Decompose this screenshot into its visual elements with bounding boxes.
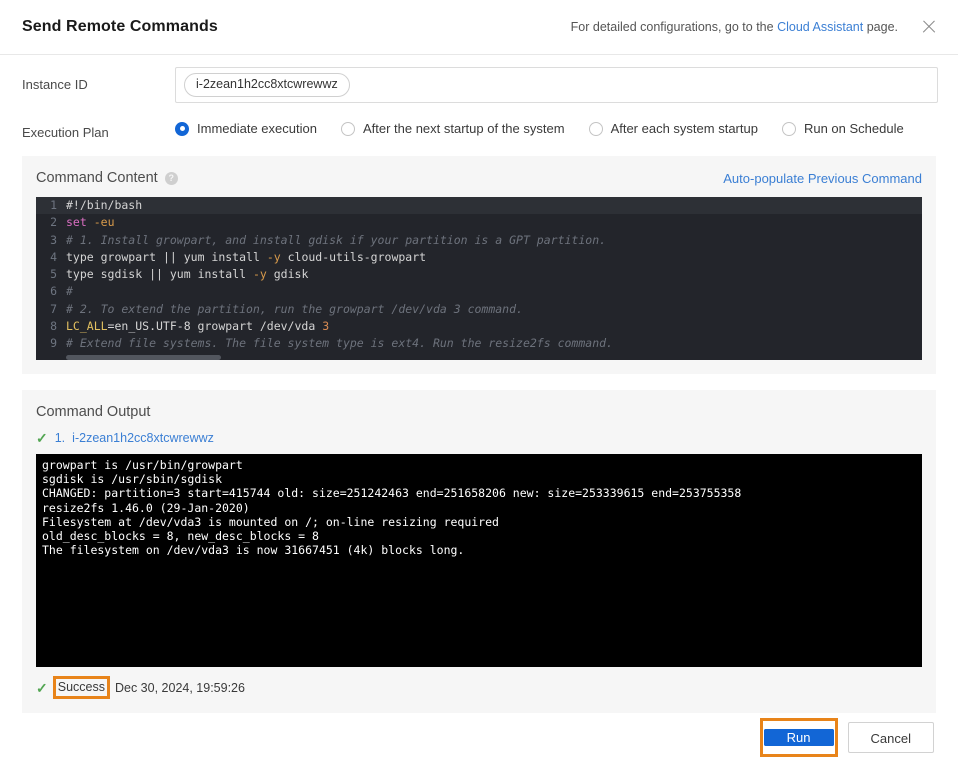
radio-label: Immediate execution	[197, 121, 317, 136]
command-output-terminal[interactable]: growpart is /usr/bin/growpart sgdisk is /…	[36, 454, 922, 667]
terminal-line: CHANGED: partition=3 start=415744 old: s…	[42, 486, 742, 501]
terminal-line: sgdisk is /usr/sbin/sgdisk	[42, 472, 223, 487]
code-line-number: 9	[50, 336, 57, 351]
command-output-header: Command Output	[36, 404, 922, 420]
terminal-line: Filesystem at /dev/vda3 is mounted on /;…	[42, 514, 499, 529]
cancel-button[interactable]: Cancel	[847, 721, 934, 753]
cloud-assistant-link[interactable]: Cloud Assistant	[777, 20, 863, 34]
command-content-panel: Command Content ? Auto-populate Previous…	[22, 156, 936, 374]
output-status-row: ✓ Success Dec 30, 2024, 19:59:26	[36, 676, 922, 699]
radio-label: Run on Schedule	[803, 121, 904, 136]
radio-after-next-startup[interactable]: After the next startup of the system	[340, 121, 565, 136]
check-icon: ✓	[36, 430, 48, 446]
help-icon[interactable]: ?	[164, 171, 178, 185]
code-line-text: type sgdisk || yum install -y gdisk	[66, 267, 309, 282]
code-line-text: set -eu	[66, 215, 115, 230]
execution-plan-label: Execution Plan	[22, 125, 109, 140]
code-line-text: type growpart || yum install -y cloud-ut…	[66, 249, 427, 264]
code-line-number: 6	[50, 284, 57, 299]
header-note-prefix: For detailed configurations, go to the	[570, 20, 778, 34]
execution-plan-radio-group: Immediate execution After the next start…	[175, 115, 904, 136]
instance-id-input[interactable]: i-2zean1h2cc8xtcwrewwz	[175, 67, 938, 103]
code-line: 7 # 2. To extend the partition, run the g…	[36, 301, 922, 318]
command-output-panel: Command Output ✓ 1. i-2zean1h2cc8xtcwrew…	[22, 390, 936, 713]
output-instance-index: 1.	[54, 431, 66, 445]
code-line-number: 7	[50, 301, 57, 316]
terminal-line: The filesystem on /dev/vda3 is now 31667…	[42, 543, 465, 558]
dialog-footer: Run Cancel	[0, 708, 958, 766]
run-button-highlight: Run	[759, 717, 838, 757]
header-note: For detailed configurations, go to the C…	[571, 20, 898, 34]
terminal-line: old_desc_blocks = 8, new_desc_blocks = 8	[42, 529, 319, 544]
run-button[interactable]: Run	[763, 728, 834, 746]
command-content-title: Command Content	[36, 170, 158, 186]
status-check-icon: ✓	[36, 679, 48, 696]
radio-mark-icon	[588, 121, 603, 136]
auto-populate-previous-command-link[interactable]: Auto-populate Previous Command	[723, 171, 922, 186]
instance-id-row: Instance ID i-2zean1h2cc8xtcwrewwz	[22, 67, 938, 103]
code-line-text: LC_ALL=en_US.UTF-8 growpart /dev/vda 3	[66, 319, 330, 334]
form-area: Instance ID i-2zean1h2cc8xtcwrewwz Execu…	[0, 67, 958, 140]
command-content-editor[interactable]: 1 #!/bin/bash 2 set -eu 3 # 1. Install growpa…	[36, 197, 922, 360]
header-note-suffix: page.	[863, 20, 898, 34]
radio-run-on-schedule[interactable]: Run on Schedule	[781, 121, 904, 136]
code-line: 5 type sgdisk || yum install -y gdisk	[36, 266, 922, 283]
terminal-line: resize2fs 1.46.0 (29-Jan-2020)	[42, 500, 250, 515]
close-icon[interactable]	[920, 18, 938, 36]
code-line: 1 #!/bin/bash	[36, 197, 922, 215]
radio-mark-icon	[175, 121, 189, 136]
output-instance-link[interactable]: i-2zean1h2cc8xtcwrewwz	[72, 431, 214, 445]
radio-label: After the next startup of the system	[362, 121, 565, 136]
command-content-header: Command Content ? Auto-populate Previous…	[36, 170, 922, 186]
instance-id-tag[interactable]: i-2zean1h2cc8xtcwrewwz	[184, 73, 350, 97]
command-output-title: Command Output	[36, 404, 151, 420]
code-line: 9 # Extend file systems. The file system …	[36, 335, 922, 352]
dialog-header: Send Remote Commands For detailed config…	[0, 0, 958, 55]
editor-horizontal-scrollbar[interactable]	[66, 355, 221, 360]
radio-label: After each system startup	[610, 121, 758, 136]
code-line-text: # 1. Install growpart, and install gdisk…	[66, 232, 607, 247]
output-instance-row: ✓ 1. i-2zean1h2cc8xtcwrewwz	[36, 431, 922, 445]
code-line: 4 type growpart || yum install -y cloud-u…	[36, 249, 922, 266]
code-line-text: #	[66, 284, 73, 299]
radio-after-each-startup[interactable]: After each system startup	[588, 121, 758, 136]
execution-plan-row: Execution Plan Immediate execution After…	[22, 115, 938, 140]
header-right-group: For detailed configurations, go to the C…	[571, 18, 938, 36]
radio-mark-icon	[781, 121, 796, 136]
code-line-number: 3	[50, 232, 57, 247]
code-line-number: 4	[50, 249, 57, 264]
code-line-number: 1	[50, 198, 57, 212]
terminal-line: growpart is /usr/bin/growpart	[42, 458, 243, 472]
code-line-number: 2	[50, 215, 57, 230]
radio-immediate-execution[interactable]: Immediate execution	[175, 121, 317, 136]
instance-id-label: Instance ID	[22, 77, 88, 92]
code-line: 2 set -eu	[36, 214, 922, 231]
code-line-number: 5	[50, 267, 57, 282]
status-timestamp: Dec 30, 2024, 19:59:26	[114, 680, 245, 695]
page-title: Send Remote Commands	[22, 18, 218, 35]
code-line: 6 #	[36, 283, 922, 300]
code-line-text: # 2. To extend the partition, run the gr…	[66, 301, 523, 316]
status-badge: Success	[52, 676, 110, 699]
code-line-number: 8	[50, 319, 57, 334]
code-line: 8 LC_ALL=en_US.UTF-8 growpart /dev/vda 3	[36, 318, 922, 335]
code-line-text: # Extend file systems. The file system t…	[66, 336, 613, 351]
radio-mark-icon	[340, 121, 355, 136]
code-line: 3 # 1. Install growpart, and install gdis…	[36, 232, 922, 249]
code-line-text: #!/bin/bash	[66, 198, 143, 212]
